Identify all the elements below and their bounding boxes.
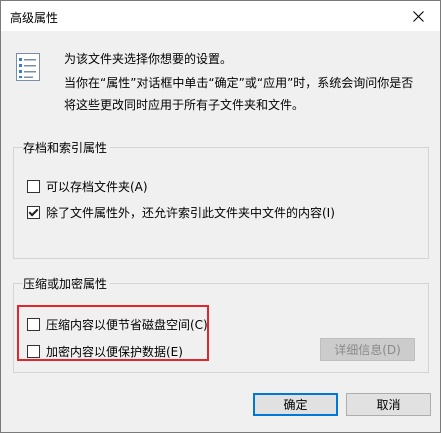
close-icon (412, 10, 424, 22)
archive-index-group (13, 147, 429, 259)
cancel-button[interactable]: 取消 (346, 393, 431, 416)
index-checkbox-label: 除了文件属性外，还允许索引此文件夹中文件的内容(I) (46, 206, 335, 220)
compress-group-legend: 压缩或加密属性 (23, 275, 111, 292)
title-bar[interactable]: 高级属性 (1, 1, 440, 31)
ok-button[interactable]: 确定 (253, 393, 338, 416)
details-button[interactable]: 详细信息(D) (320, 338, 415, 361)
advanced-attributes-dialog: 高级属性 为该文件夹选择你想要的设置。 当你在“属性”对话框中单击“确定”或“应… (0, 0, 441, 433)
intro-text: 为该文件夹选择你想要的设置。 (64, 52, 233, 66)
properties-list-icon (16, 53, 40, 81)
archive-checkbox-row[interactable]: 可以存档文件夹(A) (27, 178, 148, 195)
intro-description: 当你在“属性”对话框中单击“确定”或“应用”时，系统会询问你是否将这些更改同时应… (64, 76, 414, 112)
archive-group-legend: 存档和索引属性 (23, 139, 111, 156)
index-checkbox-row[interactable]: 除了文件属性外，还允许索引此文件夹中文件的内容(I) (27, 204, 335, 221)
close-button[interactable] (396, 1, 440, 31)
index-checkbox[interactable] (27, 206, 40, 219)
dialog-title: 高级属性 (10, 11, 59, 25)
archive-checkbox[interactable] (27, 180, 40, 193)
archive-checkbox-label: 可以存档文件夹(A) (46, 180, 148, 194)
highlight-box (17, 305, 209, 361)
